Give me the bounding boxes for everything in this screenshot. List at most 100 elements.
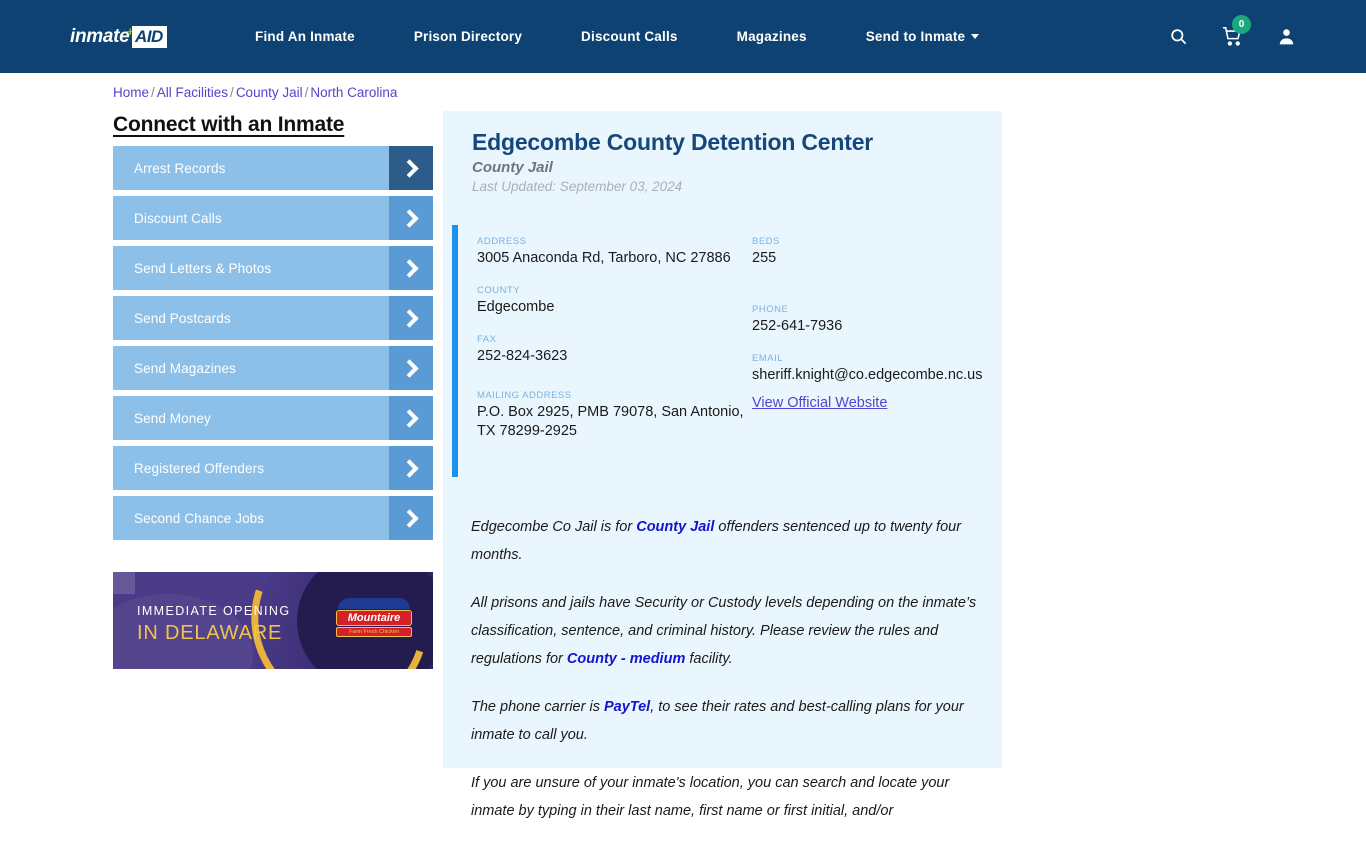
nav-item-find-an-inmate[interactable]: Find An Inmate bbox=[255, 29, 355, 44]
sidebar-item-label: Send Postcards bbox=[134, 310, 231, 326]
chevron-right-icon bbox=[389, 196, 433, 240]
info-value: 3005 Anaconda Rd, Tarboro, NC 27886 bbox=[477, 250, 731, 266]
info-field-phone: PHONE 252-641-7936 bbox=[752, 304, 977, 336]
sidebar-item-label: Send Magazines bbox=[134, 360, 236, 376]
info-label: PHONE bbox=[752, 304, 789, 315]
facility-description: Edgecombe Co Jail is for County Jail off… bbox=[471, 513, 986, 845]
info-label: EMAIL bbox=[752, 353, 784, 364]
info-label: COUNTY bbox=[477, 285, 521, 296]
facility-info-left-column: ADDRESS 3005 Anaconda Rd, Tarboro, NC 27… bbox=[477, 236, 752, 458]
info-value: Edgecombe bbox=[477, 299, 555, 315]
breadcrumb-item-county-jail[interactable]: County Jail bbox=[236, 85, 303, 100]
chevron-right-icon bbox=[389, 146, 433, 190]
sidebar-item-label: Arrest Records bbox=[134, 160, 226, 176]
site-header: inmate + AID Find An Inmate Prison Direc… bbox=[0, 0, 1366, 73]
info-label: ADDRESS bbox=[477, 236, 527, 247]
description-paragraph-1: Edgecombe Co Jail is for County Jail off… bbox=[471, 513, 986, 569]
p2-link-county-medium[interactable]: County - medium bbox=[567, 651, 685, 667]
sidebar-item-arrest-records[interactable]: Arrest Records bbox=[113, 146, 433, 190]
sidebar-item-send-letters-photos[interactable]: Send Letters & Photos bbox=[113, 246, 433, 290]
facility-info-right-column: BEDS 255 PHONE 252-641-7936 EMAIL sherif… bbox=[752, 236, 983, 458]
official-website-link-wrap: View Official Website bbox=[752, 393, 977, 412]
info-label: FAX bbox=[477, 334, 497, 345]
ad-logo-arc bbox=[338, 598, 410, 609]
p2-text-c: facility. bbox=[685, 651, 733, 667]
nav-item-prison-directory[interactable]: Prison Directory bbox=[414, 29, 522, 44]
facility-detail-card: Edgecombe County Detention Center County… bbox=[443, 111, 1002, 819]
sidebar-item-label: Send Letters & Photos bbox=[134, 260, 272, 276]
info-field-address: ADDRESS 3005 Anaconda Rd, Tarboro, NC 27… bbox=[477, 236, 752, 268]
user-icon[interactable] bbox=[1277, 27, 1296, 46]
breadcrumb-item-home[interactable]: Home bbox=[113, 85, 149, 100]
info-value: P.O. Box 2925, PMB 79078, San Antonio, T… bbox=[477, 404, 744, 439]
chevron-right-icon bbox=[389, 296, 433, 340]
logo-aid: AID bbox=[132, 26, 167, 48]
info-field-county: COUNTY Edgecombe bbox=[477, 285, 752, 317]
ad-logo-name: Mountaire bbox=[336, 610, 412, 626]
p3-text-a: The phone carrier is bbox=[471, 699, 604, 715]
description-paragraph-4: If you are unsure of your inmate's locat… bbox=[471, 775, 950, 819]
facility-type: County Jail bbox=[472, 159, 553, 176]
last-updated: Last Updated: September 03, 2024 bbox=[472, 179, 683, 194]
breadcrumb-separator: / bbox=[230, 85, 234, 100]
cart-icon[interactable]: 0 bbox=[1222, 15, 1251, 47]
p1-link-county-jail[interactable]: County Jail bbox=[636, 519, 714, 535]
description-paragraph-3: The phone carrier is PayTel, to see thei… bbox=[471, 693, 986, 749]
cart-count-badge: 0 bbox=[1232, 15, 1251, 34]
breadcrumb-separator: / bbox=[304, 85, 309, 100]
nav-item-discount-calls[interactable]: Discount Calls bbox=[581, 29, 678, 44]
info-value: sheriff.knight@co.edgecombe.nc.us bbox=[752, 367, 983, 383]
chevron-right-icon bbox=[389, 496, 433, 540]
main-nav: Find An Inmate Prison Directory Discount… bbox=[255, 0, 980, 73]
chevron-right-icon bbox=[389, 396, 433, 440]
ad-logo-tagline: Farm Fresh Chicken bbox=[336, 627, 412, 637]
sidebar-item-discount-calls[interactable]: Discount Calls bbox=[113, 196, 433, 240]
sidebar-title: Connect with an Inmate bbox=[113, 113, 345, 136]
breadcrumb: Home / All Facilities / County Jail / North Ca… bbox=[113, 85, 397, 100]
sidebar-item-send-money[interactable]: Send Money bbox=[113, 396, 433, 440]
nav-item-send-to-inmate[interactable]: Send to Inmate bbox=[866, 29, 980, 44]
description-paragraph-2: All prisons and jails have Security or C… bbox=[471, 589, 986, 673]
page-title: Edgecombe County Detention Center bbox=[472, 129, 874, 155]
ad-decoration-square bbox=[113, 572, 135, 594]
info-field-beds: BEDS 255 bbox=[752, 236, 977, 268]
info-value: 252-824-3623 bbox=[477, 348, 568, 364]
search-icon[interactable] bbox=[1169, 27, 1188, 46]
info-label: MAILING ADDRESS bbox=[477, 390, 572, 401]
info-field-email: EMAIL sheriff.knight@co.edgecombe.nc.us bbox=[752, 353, 983, 385]
sidebar-item-label: Registered Offenders bbox=[134, 460, 265, 476]
sidebar-item-label: Second Chance Jobs bbox=[134, 510, 265, 526]
ad-headline-line1: IMMEDIATE OPENING bbox=[137, 604, 291, 618]
sidebar-menu: Arrest Records Discount Calls Send Lette… bbox=[113, 146, 433, 546]
p3-link-paytel[interactable]: PayTel bbox=[604, 699, 650, 715]
nav-item-send-to-inmate-label: Send to Inmate bbox=[865, 29, 966, 44]
breadcrumb-item-all-facilities[interactable]: All Facilities bbox=[157, 85, 228, 100]
info-value: 252-641-7936 bbox=[752, 318, 843, 334]
sidebar-item-registered-offenders[interactable]: Registered Offenders bbox=[113, 446, 433, 490]
chevron-right-icon bbox=[389, 346, 433, 390]
sidebar-item-send-postcards[interactable]: Send Postcards bbox=[113, 296, 433, 340]
ad-brand-logo: Mountaire Farm Fresh Chicken bbox=[336, 598, 412, 637]
header-actions: 0 bbox=[1169, 0, 1296, 73]
breadcrumb-separator: / bbox=[151, 85, 155, 100]
chevron-right-icon bbox=[389, 446, 433, 490]
sidebar-item-label: Send Money bbox=[134, 410, 211, 426]
info-field-fax: FAX 252-824-3623 bbox=[477, 334, 752, 366]
view-official-website-link[interactable]: View Official Website bbox=[752, 395, 887, 411]
breadcrumb-item-north-carolina[interactable]: North Carolina bbox=[310, 85, 397, 100]
site-logo[interactable]: inmate + AID bbox=[70, 25, 167, 49]
info-label: BEDS bbox=[752, 236, 780, 247]
nav-item-magazines[interactable]: Magazines bbox=[737, 29, 807, 44]
sidebar-advertisement[interactable]: IMMEDIATE OPENING IN DELAWARE Mountaire … bbox=[113, 572, 433, 669]
facility-info-grid: ADDRESS 3005 Anaconda Rd, Tarboro, NC 27… bbox=[477, 236, 983, 458]
sidebar-item-send-magazines[interactable]: Send Magazines bbox=[113, 346, 433, 390]
info-value: 255 bbox=[752, 250, 777, 266]
logo-word: inmate bbox=[70, 26, 130, 47]
p1-text-a: Edgecombe Co Jail is for bbox=[471, 519, 637, 535]
info-accent-bar bbox=[452, 225, 458, 477]
info-field-mailing-address: MAILING ADDRESS P.O. Box 2925, PMB 79078… bbox=[477, 390, 752, 441]
chevron-down-icon bbox=[971, 34, 980, 39]
sidebar-item-second-chance-jobs[interactable]: Second Chance Jobs bbox=[113, 496, 433, 540]
sidebar-item-label: Discount Calls bbox=[134, 210, 222, 226]
chevron-right-icon bbox=[389, 246, 433, 290]
